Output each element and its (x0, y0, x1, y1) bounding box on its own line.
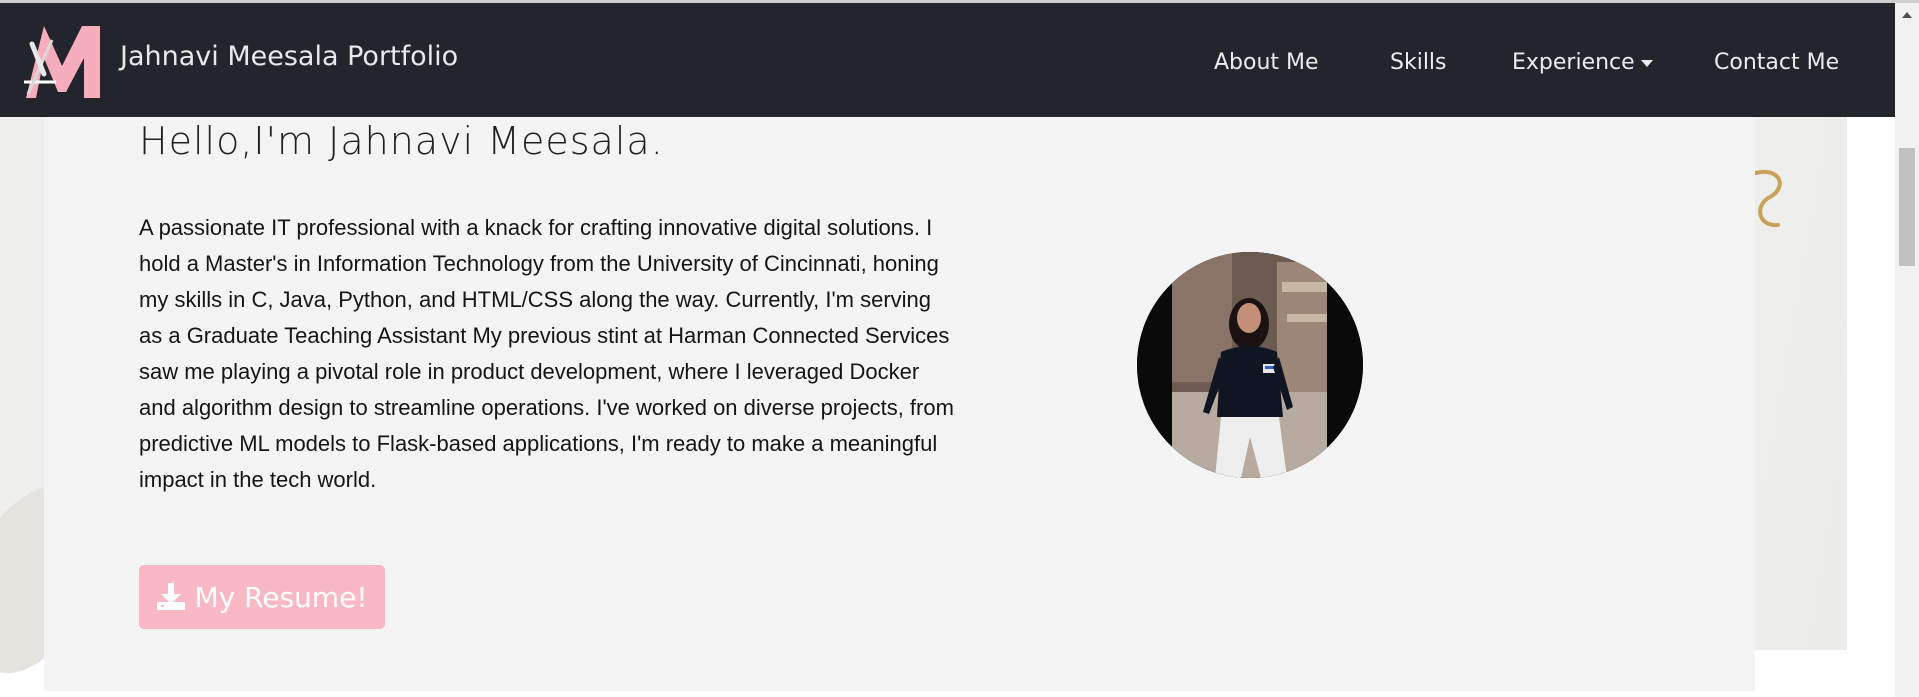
nav-experience-label: Experience (1512, 50, 1635, 75)
page-title: Hello,I'm Jahnavi Meesala. (139, 119, 664, 163)
scrollbar-thumb[interactable] (1899, 148, 1915, 266)
nav-experience[interactable]: Experience (1512, 50, 1653, 75)
page-scrollbar[interactable] (1895, 3, 1919, 697)
paperclip-decoration (1754, 169, 1782, 228)
chevron-down-icon (1640, 59, 1653, 67)
download-icon (157, 583, 186, 610)
profile-photo-image (1137, 252, 1363, 478)
about-card: Hello,I'm Jahnavi Meesala. A passionate … (44, 117, 1755, 691)
nav-skills[interactable]: Skills (1390, 50, 1447, 75)
jm-monogram-logo-icon[interactable] (22, 22, 102, 100)
profile-photo (1137, 252, 1363, 478)
nav-contact-me[interactable]: Contact Me (1714, 50, 1839, 75)
top-navbar: Jahnavi Meesala Portfolio About Me Skill… (0, 3, 1895, 117)
scroll-up-arrow-icon[interactable] (1902, 12, 1912, 18)
resume-button-label: My Resume! (194, 580, 368, 614)
download-resume-button[interactable]: My Resume! (139, 565, 385, 629)
nav-about-me[interactable]: About Me (1214, 50, 1319, 75)
brand-title[interactable]: Jahnavi Meesala Portfolio (120, 41, 458, 72)
bio-paragraph: A passionate IT professional with a knac… (139, 215, 954, 492)
